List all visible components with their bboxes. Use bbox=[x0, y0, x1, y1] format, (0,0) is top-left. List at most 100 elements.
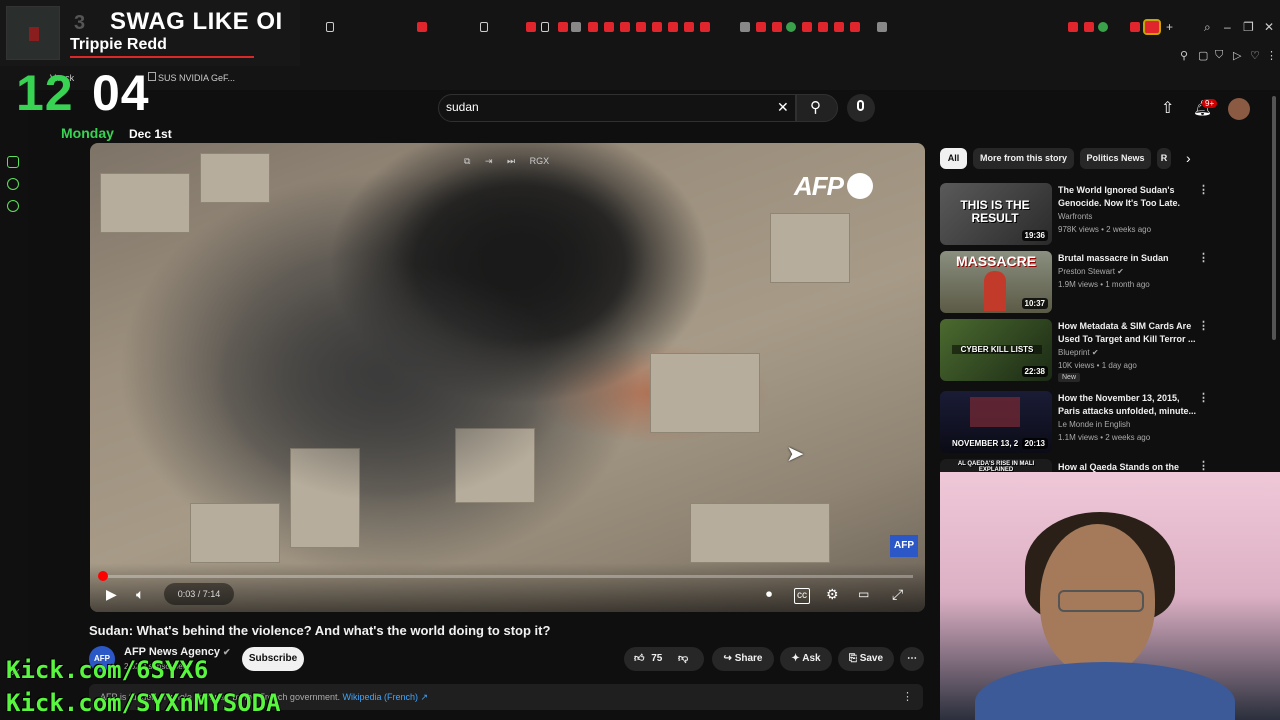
search-input[interactable]: sudan bbox=[446, 100, 479, 114]
share-button[interactable]: ↪ Share bbox=[712, 647, 774, 671]
play-icon[interactable]: ▶ bbox=[106, 587, 117, 601]
tab-youtube-icon[interactable] bbox=[417, 22, 427, 32]
shield-icon[interactable]: ⛉ bbox=[1215, 49, 1223, 62]
more-actions-button[interactable]: ⋯ bbox=[900, 647, 924, 671]
video-thumbnail[interactable]: CYBER KILL LISTS 22:38 bbox=[940, 319, 1052, 381]
video-thumbnail[interactable]: MASSACRE 10:37 bbox=[940, 251, 1052, 313]
channel-name-text[interactable]: Blueprint bbox=[1058, 348, 1090, 357]
tab-youtube-icon[interactable] bbox=[1084, 22, 1094, 32]
close-window-icon[interactable]: ✕ bbox=[1264, 20, 1274, 34]
avatar[interactable] bbox=[1228, 98, 1250, 120]
chip-truncated[interactable]: R bbox=[1157, 148, 1171, 169]
video-player[interactable]: ⧉ ⇥ ⏭ RGX AFP AFP ▶ 🔈︎ 0:03 / 7:14 ⏺ cc … bbox=[90, 143, 925, 612]
chip-politics-news[interactable]: Politics News bbox=[1080, 148, 1151, 169]
settings-gear-icon[interactable]: ⚙ bbox=[826, 587, 839, 601]
more-options-icon[interactable]: ⋮ bbox=[1198, 391, 1209, 404]
tab-youtube-icon[interactable] bbox=[802, 22, 812, 32]
tab-green-icon[interactable] bbox=[786, 22, 796, 32]
tab-youtube-icon[interactable] bbox=[558, 22, 568, 32]
rgx-label[interactable]: RGX bbox=[530, 156, 550, 166]
recommendation-item[interactable]: NOVEMBER 13, 2 20:13 How the November 13… bbox=[940, 391, 1240, 453]
snapshot-icon[interactable]: ▢ bbox=[1198, 49, 1208, 62]
recommendation-item[interactable]: THIS IS THE RESULT 19:36 The World Ignor… bbox=[940, 183, 1240, 245]
miniplayer-icon[interactable]: ▭ bbox=[858, 587, 869, 601]
autoplay-toggle-icon[interactable]: ⏺ bbox=[766, 587, 772, 601]
tab-youtube-icon[interactable] bbox=[668, 22, 678, 32]
like-icon[interactable]: 👍︎ bbox=[634, 653, 644, 664]
tab-youtube-icon[interactable] bbox=[850, 22, 860, 32]
tab-youtube-icon[interactable] bbox=[652, 22, 662, 32]
search-tabs-icon[interactable]: ⌕ bbox=[1204, 20, 1211, 35]
fullscreen-icon[interactable]: ⤢ bbox=[892, 587, 903, 601]
search-box[interactable] bbox=[438, 94, 796, 122]
more-options-icon[interactable]: ⋮ bbox=[1198, 319, 1209, 332]
exit-icon[interactable]: ⇥ bbox=[485, 156, 493, 166]
chip-more-from-story[interactable]: More from this story bbox=[973, 148, 1074, 169]
tab-youtube-icon[interactable] bbox=[620, 22, 630, 32]
subscribe-button[interactable]: Subscribe bbox=[242, 647, 304, 671]
progress-scrubber[interactable] bbox=[98, 571, 108, 581]
voice-search-button[interactable] bbox=[847, 94, 875, 122]
volume-icon[interactable]: 🔈︎ bbox=[136, 587, 144, 601]
channel-name[interactable]: Le Monde in English bbox=[1058, 420, 1131, 429]
tab-grid-icon[interactable] bbox=[877, 22, 887, 32]
tab-youtube-icon[interactable] bbox=[604, 22, 614, 32]
recommendation-item[interactable]: AL QAEDA'S RISE IN MALI EXPLAINED How al… bbox=[940, 459, 1240, 472]
active-tab-icon[interactable] bbox=[1143, 19, 1161, 35]
wikipedia-link[interactable]: Wikipedia (French) ↗ bbox=[342, 692, 428, 702]
tab-youtube-icon[interactable] bbox=[588, 22, 598, 32]
tab-green-icon[interactable] bbox=[1098, 22, 1108, 32]
search-button[interactable]: ⚲ bbox=[796, 94, 838, 122]
history-icon[interactable] bbox=[7, 178, 19, 190]
video-thumbnail[interactable]: AL QAEDA'S RISE IN MALI EXPLAINED bbox=[940, 459, 1052, 472]
tab-doc-icon[interactable] bbox=[326, 22, 334, 32]
more-options-icon[interactable]: ⋮ bbox=[1198, 251, 1209, 264]
tab-youtube-icon[interactable] bbox=[700, 22, 710, 32]
upload-icon[interactable]: ⇧ bbox=[1161, 98, 1174, 118]
bookmark-item[interactable]: SUS NVIDIA GeF... bbox=[158, 73, 235, 83]
player-icon[interactable]: ▷ bbox=[1233, 49, 1241, 62]
ask-button[interactable]: ✦ Ask bbox=[780, 647, 832, 671]
more-options-icon[interactable]: ⋮ bbox=[1198, 459, 1209, 472]
like-count[interactable]: 75 bbox=[651, 653, 662, 664]
scrollbar-thumb[interactable] bbox=[1272, 96, 1276, 340]
maximize-icon[interactable]: ❐ bbox=[1243, 20, 1254, 34]
recommendation-item[interactable]: MASSACRE 10:37 Brutal massacre in Sudan … bbox=[940, 251, 1240, 313]
video-title[interactable]: The World Ignored Sudan's Genocide. Now … bbox=[1058, 184, 1198, 210]
tab-youtube-icon[interactable] bbox=[1068, 22, 1078, 32]
tab-grid-icon[interactable] bbox=[571, 22, 581, 32]
menu-icon[interactable]: ⋮ bbox=[1266, 49, 1277, 62]
channel-name[interactable]: Preston Stewart ✔ bbox=[1058, 267, 1124, 276]
dislike-icon[interactable]: 👎︎ bbox=[678, 647, 688, 671]
tab-doc-icon[interactable] bbox=[480, 22, 488, 32]
minimize-icon[interactable]: – bbox=[1224, 20, 1231, 34]
video-title[interactable]: How the November 13, 2015, Paris attacks… bbox=[1058, 392, 1198, 418]
tab-doc-icon[interactable] bbox=[541, 22, 549, 32]
tab-image-icon[interactable] bbox=[740, 22, 750, 32]
tab-youtube-icon[interactable] bbox=[834, 22, 844, 32]
skip-icon[interactable]: ⏭ bbox=[507, 156, 515, 166]
clear-search-icon[interactable]: ✕ bbox=[777, 99, 789, 116]
video-title[interactable]: How al Qaeda Stands on the bbox=[1058, 461, 1198, 472]
chip-all[interactable]: All bbox=[940, 148, 967, 169]
video-title[interactable]: Brutal massacre in Sudan bbox=[1058, 252, 1198, 265]
save-button[interactable]: ⎘ Save bbox=[838, 647, 894, 671]
channel-name-text[interactable]: Preston Stewart bbox=[1058, 267, 1115, 276]
captions-icon[interactable]: cc bbox=[794, 588, 810, 604]
chevron-right-icon[interactable]: › bbox=[1186, 150, 1191, 166]
info-more-icon[interactable]: ⋮ bbox=[902, 684, 913, 710]
tab-youtube-icon[interactable] bbox=[1130, 22, 1140, 32]
settings-icon[interactable] bbox=[7, 200, 19, 212]
tab-youtube-icon[interactable] bbox=[756, 22, 766, 32]
heart-icon[interactable]: ♡ bbox=[1250, 49, 1260, 62]
pin-icon[interactable]: ⚲ bbox=[1180, 49, 1188, 62]
new-tab-icon[interactable]: + bbox=[1166, 20, 1173, 34]
progress-bar[interactable] bbox=[102, 575, 913, 578]
video-thumbnail[interactable]: NOVEMBER 13, 2 20:13 bbox=[940, 391, 1052, 453]
video-thumbnail[interactable]: THIS IS THE RESULT 19:36 bbox=[940, 183, 1052, 245]
tab-youtube-icon[interactable] bbox=[526, 22, 536, 32]
apps-icon[interactable] bbox=[7, 156, 19, 168]
more-options-icon[interactable]: ⋮ bbox=[1198, 183, 1209, 196]
tab-youtube-icon[interactable] bbox=[772, 22, 782, 32]
video-title[interactable]: How Metadata & SIM Cards Are Used To Tar… bbox=[1058, 320, 1198, 346]
